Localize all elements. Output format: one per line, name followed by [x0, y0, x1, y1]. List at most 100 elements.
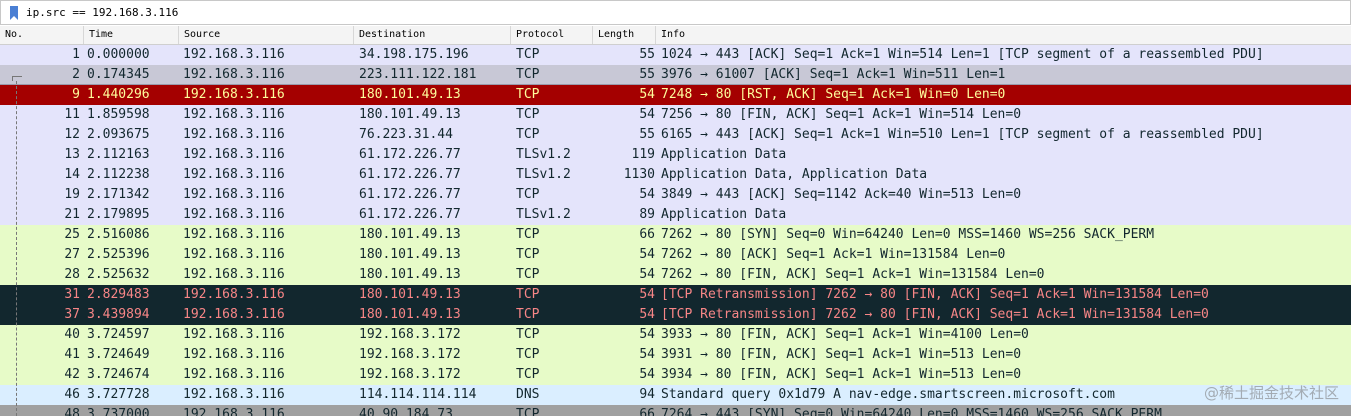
- cell-no: 37: [64, 307, 80, 322]
- cell-length: 119: [631, 147, 655, 162]
- cell-info: 1024 → 443 [ACK] Seq=1 Ack=1 Win=514 Len…: [661, 47, 1264, 62]
- cell-protocol: TCP: [516, 367, 540, 382]
- cell-time: 0.000000: [87, 47, 150, 62]
- cell-no: 28: [64, 267, 80, 282]
- cell-info: 3849 → 443 [ACK] Seq=1142 Ack=40 Win=513…: [661, 187, 1022, 202]
- cell-destination: 180.101.49.13: [359, 267, 461, 282]
- column-header-time[interactable]: Time: [84, 26, 179, 44]
- cell-time: 3.439894: [87, 307, 150, 322]
- column-header-protocol[interactable]: Protocol: [511, 26, 593, 44]
- cell-no: 27: [64, 247, 80, 262]
- cell-time: 3.724649: [87, 347, 150, 362]
- packet-row[interactable]: 9 1.440296 192.168.3.116 180.101.49.13 TCP 54…: [0, 85, 1351, 105]
- packet-row[interactable]: 42 3.724674 192.168.3.116 192.168.3.172 TCP 5…: [0, 365, 1351, 385]
- cell-length: 54: [639, 287, 655, 302]
- packet-row[interactable]: 12 2.093675 192.168.3.116 76.223.31.44 TCP 55…: [0, 125, 1351, 145]
- cell-time: 2.525396: [87, 247, 150, 262]
- packet-row[interactable]: 21 2.179895 192.168.3.116 61.172.226.77 TLSv…: [0, 205, 1351, 225]
- cell-info: 6165 → 443 [ACK] Seq=1 Ack=1 Win=510 Len…: [661, 127, 1264, 142]
- cell-destination: 192.168.3.172: [359, 367, 461, 382]
- conversation-bracket-line: [16, 81, 17, 416]
- cell-protocol: TLSv1.2: [516, 167, 571, 182]
- cell-source: 192.168.3.116: [183, 87, 285, 102]
- cell-protocol: TCP: [516, 267, 540, 282]
- cell-length: 54: [639, 327, 655, 342]
- cell-length: 1130: [623, 167, 655, 182]
- cell-length: 55: [639, 67, 655, 82]
- cell-source: 192.168.3.116: [183, 307, 285, 322]
- cell-time: 2.171342: [87, 187, 150, 202]
- column-header-source[interactable]: Source: [179, 26, 354, 44]
- cell-length: 54: [639, 307, 655, 322]
- bookmark-icon[interactable]: [10, 5, 18, 20]
- cell-length: 54: [639, 367, 655, 382]
- packet-row[interactable]: 19 2.171342 192.168.3.116 61.172.226.77 TCP 5…: [0, 185, 1351, 205]
- cell-no: 25: [64, 227, 80, 242]
- cell-protocol: TCP: [516, 287, 540, 302]
- cell-destination: 76.223.31.44: [359, 127, 453, 142]
- packet-row[interactable]: 14 2.112238 192.168.3.116 61.172.226.77 TLSv…: [0, 165, 1351, 185]
- cell-protocol: TCP: [516, 187, 540, 202]
- packet-row[interactable]: 48 3.737000 192.168.3.116 40.90.184.73 TCP 66…: [0, 405, 1351, 416]
- cell-source: 192.168.3.116: [183, 387, 285, 402]
- cell-time: 3.737000: [87, 407, 150, 416]
- cell-no: 41: [64, 347, 80, 362]
- cell-source: 192.168.3.116: [183, 67, 285, 82]
- cell-protocol: DNS: [516, 387, 540, 402]
- cell-info: Application Data: [661, 147, 787, 162]
- cell-source: 192.168.3.116: [183, 187, 285, 202]
- cell-info: Application Data: [661, 207, 787, 222]
- cell-no: 46: [64, 387, 80, 402]
- packet-row[interactable]: 40 3.724597 192.168.3.116 192.168.3.172 TCP 5…: [0, 325, 1351, 345]
- display-filter-input[interactable]: ip.src == 192.168.3.116: [26, 5, 178, 21]
- cell-length: 54: [639, 187, 655, 202]
- cell-info: 7262 → 80 [FIN, ACK] Seq=1 Ack=1 Win=131…: [661, 267, 1045, 282]
- cell-no: 11: [64, 107, 80, 122]
- cell-source: 192.168.3.116: [183, 327, 285, 342]
- column-header-destination[interactable]: Destination: [354, 26, 511, 44]
- column-header-info[interactable]: Info: [656, 26, 1351, 44]
- cell-protocol: TCP: [516, 347, 540, 362]
- display-filter-bar[interactable]: ip.src == 192.168.3.116: [0, 0, 1351, 25]
- cell-protocol: TCP: [516, 127, 540, 142]
- cell-source: 192.168.3.116: [183, 207, 285, 222]
- cell-destination: 61.172.226.77: [359, 167, 461, 182]
- cell-destination: 223.111.122.181: [359, 67, 477, 82]
- cell-time: 1.859598: [87, 107, 150, 122]
- packet-row[interactable]: 27 2.525396 192.168.3.116 180.101.49.13 TCP 5…: [0, 245, 1351, 265]
- cell-length: 66: [639, 407, 655, 416]
- cell-protocol: TLSv1.2: [516, 207, 571, 222]
- cell-protocol: TCP: [516, 67, 540, 82]
- cell-time: 2.112163: [87, 147, 150, 162]
- cell-destination: 192.168.3.172: [359, 327, 461, 342]
- cell-source: 192.168.3.116: [183, 347, 285, 362]
- cell-protocol: TCP: [516, 227, 540, 242]
- packet-row[interactable]: 11 1.859598 192.168.3.116 180.101.49.13 TCP 5…: [0, 105, 1351, 125]
- packet-row[interactable]: 28 2.525632 192.168.3.116 180.101.49.13 TCP 5…: [0, 265, 1351, 285]
- cell-length: 54: [639, 247, 655, 262]
- column-header-no[interactable]: No.: [0, 26, 84, 44]
- cell-no: 9: [72, 87, 80, 102]
- packet-row[interactable]: 46 3.727728 192.168.3.116 114.114.114.114 DN…: [0, 385, 1351, 405]
- cell-destination: 61.172.226.77: [359, 207, 461, 222]
- cell-info: 3933 → 80 [FIN, ACK] Seq=1 Ack=1 Win=410…: [661, 327, 1029, 342]
- cell-info: 3976 → 61007 [ACK] Seq=1 Ack=1 Win=511 L…: [661, 67, 1006, 82]
- packet-row[interactable]: 25 2.516086 192.168.3.116 180.101.49.13 TCP 6…: [0, 225, 1351, 245]
- packet-row[interactable]: 31 2.829483 192.168.3.116 180.101.49.13 TCP 5…: [0, 285, 1351, 305]
- cell-length: 55: [639, 47, 655, 62]
- cell-source: 192.168.3.116: [183, 287, 285, 302]
- cell-length: 94: [639, 387, 655, 402]
- cell-time: 2.179895: [87, 207, 150, 222]
- packet-row[interactable]: 41 3.724649 192.168.3.116 192.168.3.172 TCP 5…: [0, 345, 1351, 365]
- cell-protocol: TCP: [516, 107, 540, 122]
- cell-protocol: TCP: [516, 47, 540, 62]
- packet-row[interactable]: 13 2.112163 192.168.3.116 61.172.226.77 TLSv…: [0, 145, 1351, 165]
- packet-row[interactable]: 2 0.174345 192.168.3.116 223.111.122.181 TCP…: [0, 65, 1351, 85]
- column-header-length[interactable]: Length: [593, 26, 656, 44]
- packet-row[interactable]: 1 0.000000 192.168.3.116 34.198.175.196 TCP 5…: [0, 45, 1351, 65]
- cell-length: 54: [639, 87, 655, 102]
- packet-row[interactable]: 37 3.439894 192.168.3.116 180.101.49.13 TCP 5…: [0, 305, 1351, 325]
- cell-length: 66: [639, 227, 655, 242]
- cell-length: 55: [639, 127, 655, 142]
- cell-destination: 192.168.3.172: [359, 347, 461, 362]
